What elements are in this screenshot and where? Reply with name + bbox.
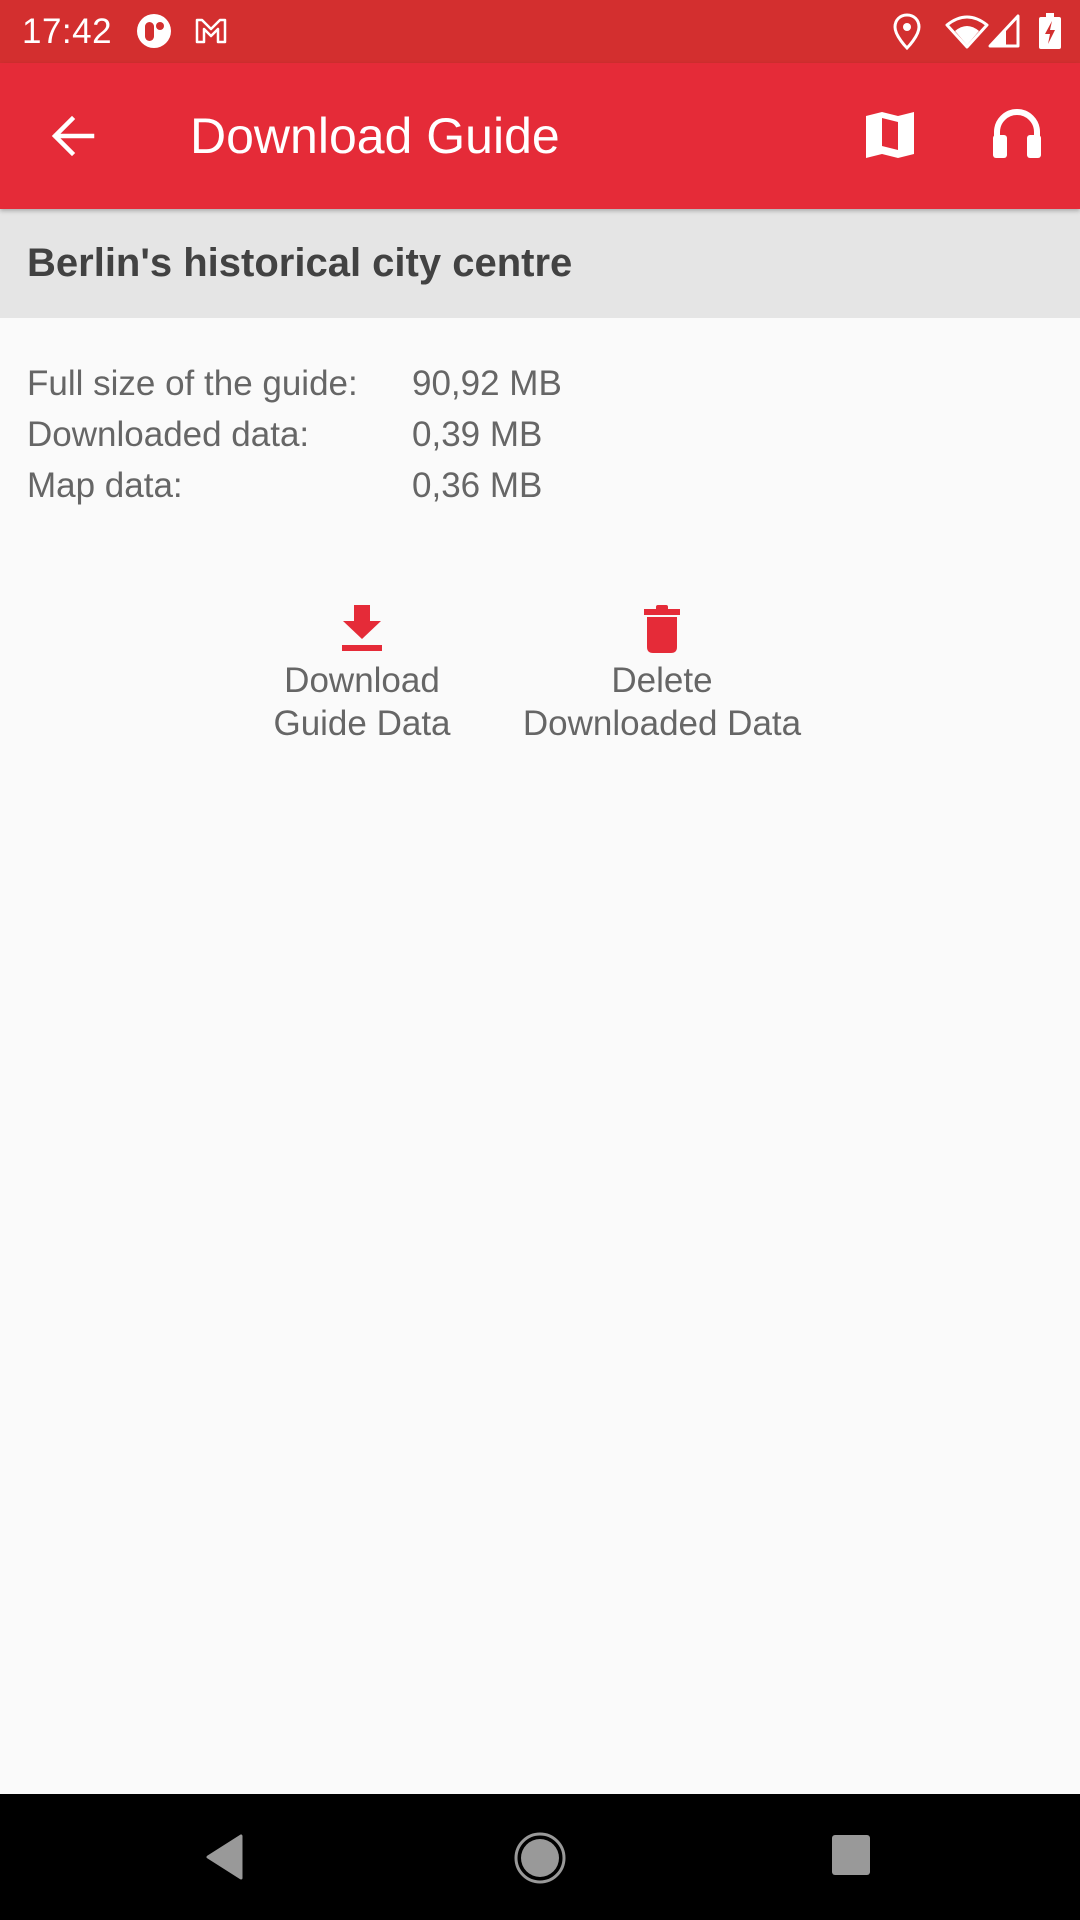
info-label: Map data: bbox=[27, 466, 183, 505]
battery-charging-icon bbox=[1039, 13, 1061, 49]
guide-title: Berlin's historical city centre bbox=[27, 241, 573, 285]
status-bar: 17:42 bbox=[0, 0, 1080, 63]
signal-icon bbox=[988, 14, 1020, 48]
wifi-icon bbox=[945, 15, 989, 49]
info-value: 90,92 MB bbox=[412, 364, 562, 403]
download-label-line1: Download bbox=[284, 661, 440, 700]
app-bar: Download Guide bbox=[0, 63, 1080, 209]
delete-downloaded-data-button[interactable]: Delete Downloaded Data bbox=[512, 605, 812, 745]
info-value: 0,39 MB bbox=[412, 415, 543, 454]
info-label: Full size of the guide: bbox=[27, 364, 358, 403]
page-title: Download Guide bbox=[190, 108, 560, 164]
gmail-icon bbox=[195, 18, 227, 44]
nav-back-icon[interactable] bbox=[205, 1834, 245, 1880]
back-arrow-icon[interactable] bbox=[50, 113, 96, 159]
guide-header: Berlin's historical city centre bbox=[0, 209, 1080, 318]
status-time: 17:42 bbox=[22, 12, 113, 51]
system-nav-bar bbox=[0, 1794, 1080, 1920]
info-label: Downloaded data: bbox=[27, 415, 310, 454]
headphones-icon[interactable] bbox=[992, 107, 1042, 159]
delete-label-line1: Delete bbox=[611, 661, 713, 700]
delete-label-line2: Downloaded Data bbox=[522, 704, 802, 743]
location-icon bbox=[893, 13, 921, 51]
download-guide-data-button[interactable]: Download Guide Data bbox=[262, 605, 462, 745]
info-value: 0,36 MB bbox=[412, 466, 543, 505]
download-label-line2: Guide Data bbox=[273, 704, 451, 743]
nav-recents-icon[interactable] bbox=[831, 1834, 871, 1876]
opera-icon bbox=[137, 14, 171, 48]
nav-home-icon[interactable] bbox=[513, 1831, 567, 1885]
trash-icon bbox=[644, 605, 680, 653]
map-icon[interactable] bbox=[866, 112, 914, 160]
download-icon bbox=[342, 605, 382, 651]
